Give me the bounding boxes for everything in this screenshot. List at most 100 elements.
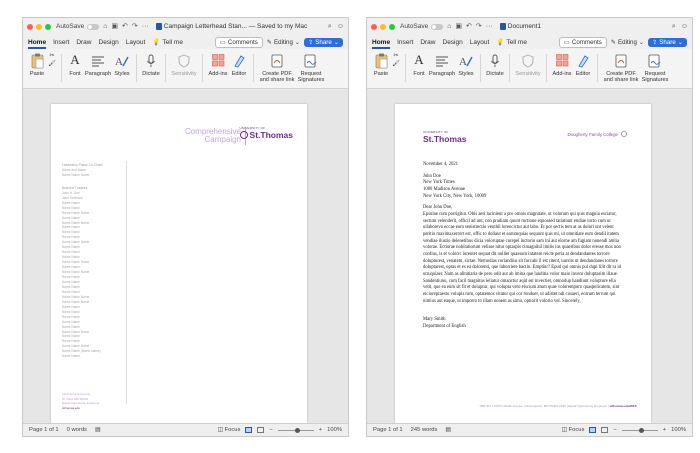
chevron-down-icon: ⌄ <box>333 38 339 46</box>
search-icon[interactable]: ⌕ <box>328 23 332 31</box>
word-count[interactable]: 0 words <box>67 427 87 433</box>
letter-body[interactable]: November 4, 2021 John Doe New York Times… <box>423 162 623 336</box>
addins-button[interactable]: Add-ins <box>551 52 573 77</box>
font-button[interactable]: A Font <box>66 52 84 77</box>
editor-button[interactable]: Editor <box>573 52 593 77</box>
minimize-window-button[interactable] <box>36 23 42 30</box>
editor-icon <box>577 54 589 67</box>
autosave-toggle[interactable] <box>431 23 444 30</box>
save-icon[interactable]: ▣ <box>111 23 118 30</box>
editing-mode-button[interactable]: ✎ Editing ⌄ <box>267 39 300 46</box>
focus-button[interactable]: ◫ Focus <box>562 427 585 433</box>
letterhead-footer: 2115 Summit Avenue St. Paul, MN 55105 Eq… <box>62 392 100 410</box>
zoom-slider[interactable] <box>621 427 658 433</box>
redo-icon[interactable]: ↷ <box>132 23 138 30</box>
zoom-in-icon[interactable]: + <box>319 427 322 433</box>
clipboard-tools[interactable]: ✂ 🖌 <box>47 52 57 71</box>
comments-button[interactable]: ▭ Comments <box>559 36 607 48</box>
document-title-text: Document1 <box>507 23 542 30</box>
comments-button[interactable]: ▭ Comments <box>215 36 263 48</box>
zoom-out-icon[interactable]: − <box>269 427 272 433</box>
undo-icon[interactable]: ↶ <box>466 23 472 30</box>
proofing-icon[interactable]: ▤ <box>95 427 100 433</box>
editor-button[interactable]: Editor <box>229 52 249 77</box>
tab-home[interactable]: Home <box>28 37 47 49</box>
tab-insert[interactable]: Insert <box>53 37 69 48</box>
close-window-button[interactable] <box>371 23 377 30</box>
zoom-out-icon[interactable]: − <box>613 427 616 433</box>
proofing-icon[interactable]: ▤ <box>445 427 450 433</box>
zoom-level[interactable]: 100% <box>671 427 686 433</box>
focus-button[interactable]: ◫ Focus <box>218 427 241 433</box>
share-person-icon[interactable]: ☺ <box>681 23 688 31</box>
save-icon[interactable]: ▣ <box>455 23 462 30</box>
tab-design[interactable]: Design <box>99 37 119 48</box>
tab-home[interactable]: Home <box>372 37 391 49</box>
redo-icon[interactable]: ↷ <box>476 23 482 30</box>
zoom-window-button[interactable] <box>389 23 395 30</box>
more-icon[interactable]: ··· <box>142 23 149 30</box>
tab-insert[interactable]: Insert <box>397 37 413 48</box>
home-icon[interactable]: ⌂ <box>447 23 451 30</box>
zoom-window-button[interactable] <box>45 23 51 30</box>
autosave-label: AutoSave <box>56 23 85 30</box>
paste-button[interactable]: Paste <box>371 52 391 77</box>
minimize-window-button[interactable] <box>380 23 386 30</box>
document-page[interactable]: UNIVERSITY OF St.Thomas Dougherty Family… <box>395 104 651 424</box>
trustees-sidebar: Leadership Phase Co-Chairs Name and Name N… <box>62 163 122 359</box>
request-signatures-button[interactable]: Request Signatures <box>640 52 670 84</box>
styles-icon: A <box>115 56 129 68</box>
editing-mode-button[interactable]: ✎ Editing ⌄ <box>611 39 644 46</box>
tell-me-search[interactable]: 💡 Tell me <box>496 36 527 48</box>
font-button[interactable]: A Font <box>410 52 428 77</box>
word-doc-icon <box>155 23 162 30</box>
tell-me-search[interactable]: 💡 Tell me <box>152 36 183 48</box>
paragraph-button[interactable]: Paragraph <box>84 52 112 77</box>
document-page[interactable]: Comprehensive Campaign UNIVERSITY OF St.… <box>51 104 307 424</box>
lightbulb-icon: 💡 <box>152 39 161 46</box>
tab-design[interactable]: Design <box>443 37 463 48</box>
tab-layout[interactable]: Layout <box>470 37 490 48</box>
share-button[interactable]: ⇪ Share ⌄ <box>648 37 687 47</box>
styles-button[interactable]: A Styles <box>456 52 476 78</box>
print-layout-icon[interactable] <box>589 427 597 433</box>
chevron-down-icon: ⌄ <box>677 38 683 46</box>
dictate-button[interactable]: Dictate <box>141 52 161 77</box>
create-pdf-button[interactable]: Create PDF and share link <box>602 52 640 84</box>
paragraph-button[interactable]: Paragraph <box>428 52 456 77</box>
tab-draw[interactable]: Draw <box>420 37 435 48</box>
share-button[interactable]: ⇪ Share ⌄ <box>304 37 343 47</box>
print-layout-icon[interactable] <box>245 427 253 433</box>
document-canvas[interactable]: UNIVERSITY OF St.Thomas Dougherty Family… <box>367 90 692 424</box>
web-layout-icon[interactable] <box>257 427 265 433</box>
paste-button[interactable]: Paste <box>27 52 47 77</box>
request-signatures-button[interactable]: Request Signatures <box>296 52 326 84</box>
more-icon[interactable]: ··· <box>486 23 493 30</box>
dictate-button[interactable]: Dictate <box>485 52 505 77</box>
comment-icon: ▭ <box>564 38 570 46</box>
word-count[interactable]: 245 words <box>411 427 438 433</box>
chevron-down-icon: ⌄ <box>294 38 301 46</box>
cut-icon: ✂ <box>49 53 55 60</box>
addins-button[interactable]: Add-ins <box>207 52 229 77</box>
zoom-level[interactable]: 100% <box>327 427 342 433</box>
sensitivity-button[interactable]: Sensitivity <box>170 52 198 77</box>
document-canvas[interactable]: Comprehensive Campaign UNIVERSITY OF St.… <box>23 90 348 424</box>
close-window-button[interactable] <box>27 23 33 30</box>
tab-layout[interactable]: Layout <box>126 37 146 48</box>
sensitivity-button[interactable]: Sensitivity <box>514 52 542 77</box>
search-icon[interactable]: ⌕ <box>672 23 676 31</box>
create-pdf-button[interactable]: Create PDF and share link <box>258 52 296 84</box>
autosave-toggle[interactable] <box>87 23 100 30</box>
tab-draw[interactable]: Draw <box>76 37 91 48</box>
undo-icon[interactable]: ↶ <box>122 23 128 30</box>
web-layout-icon[interactable] <box>601 427 609 433</box>
document-title-text: Campaign Letterhead Stan... — Saved to m… <box>163 23 308 30</box>
zoom-slider[interactable] <box>277 427 314 433</box>
zoom-in-icon[interactable]: + <box>663 427 666 433</box>
clipboard-tools[interactable]: ✂ 🖌 <box>391 52 401 71</box>
home-icon[interactable]: ⌂ <box>103 23 107 30</box>
styles-button[interactable]: A Styles <box>112 52 132 78</box>
document-title: Campaign Letterhead Stan... — Saved to m… <box>155 23 328 30</box>
share-person-icon[interactable]: ☺ <box>337 23 344 31</box>
